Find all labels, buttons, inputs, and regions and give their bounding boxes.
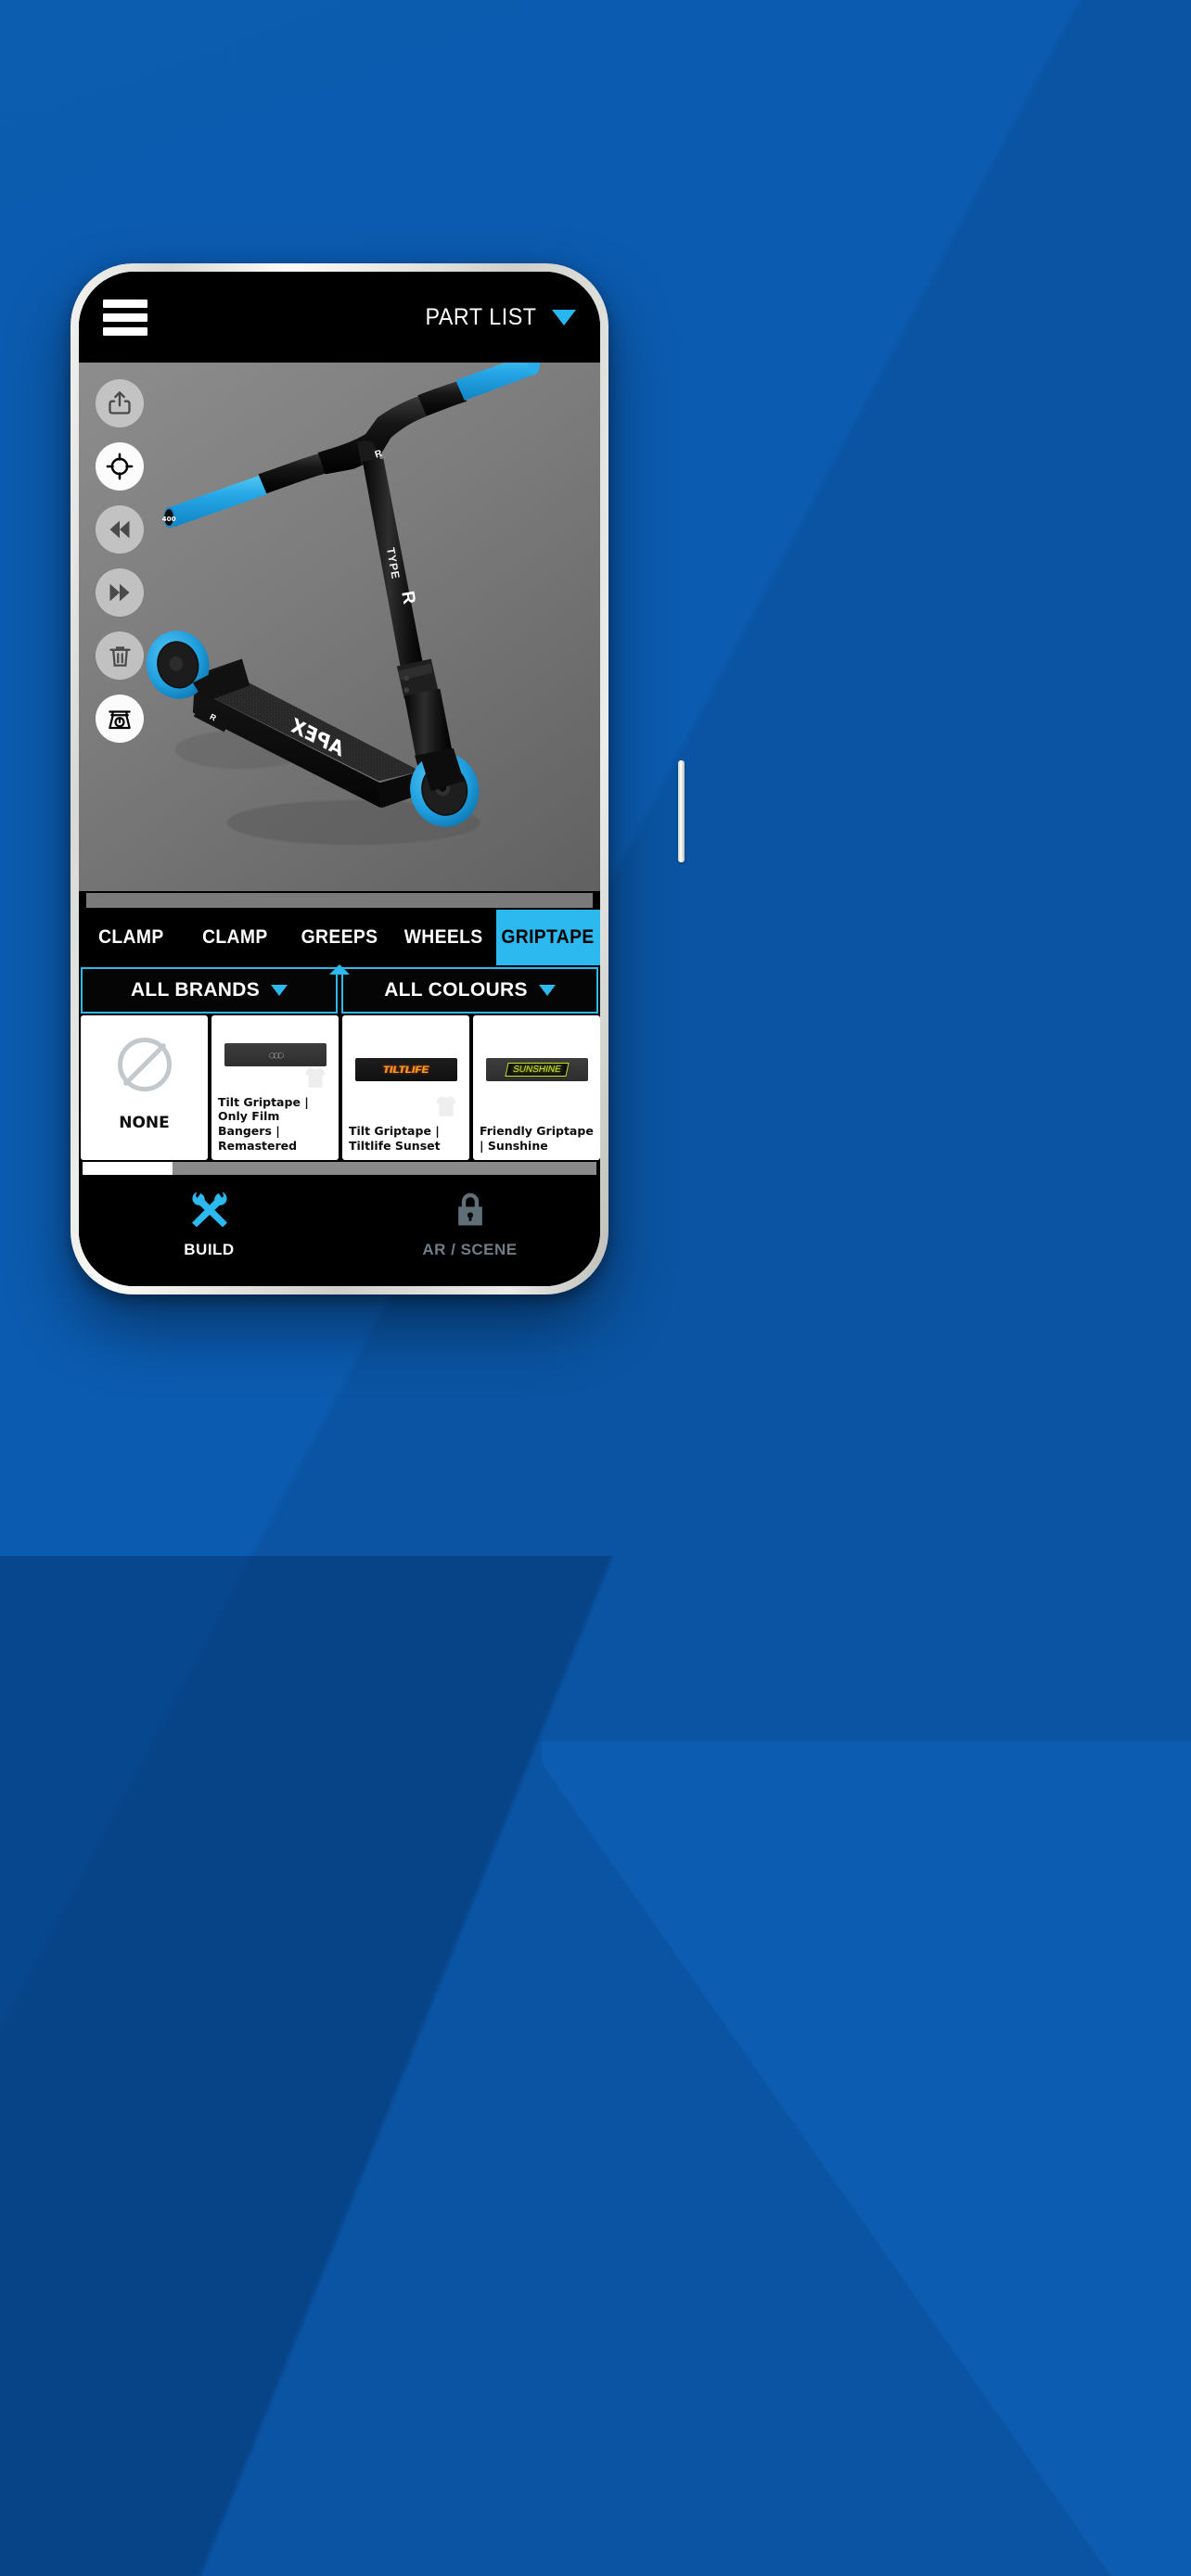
card-thumbnail	[81, 1015, 208, 1114]
app-screen: PART LIST 400 R TYPE R APEX R CLAMP CLAM…	[79, 272, 600, 1286]
carousel-scrollbar-track[interactable]	[83, 1162, 596, 1175]
griptape-swatch: TILTLIFE	[354, 1058, 457, 1082]
tab-clamp-1[interactable]: CLAMP	[79, 910, 184, 965]
part-card-tiltlife-sunset[interactable]: TILTLIFE Tilt Griptape | Tiltlife Sunset	[342, 1015, 469, 1160]
svg-text:R: R	[397, 590, 418, 606]
filter-label: ALL BRANDS	[130, 979, 261, 1001]
part-list-button[interactable]: PART LIST	[421, 304, 576, 331]
griptape-swatch: ◌◌◌	[224, 1043, 327, 1067]
hamburger-menu-icon[interactable]	[103, 299, 147, 336]
griptape-swatch: SUNSHINE	[485, 1058, 588, 1082]
nav-label: AR / SCENE	[422, 1241, 518, 1258]
bottom-navigation: BUILD AR / SCENE	[79, 1177, 600, 1286]
target-icon[interactable]	[96, 442, 144, 491]
filter-label: ALL COLOURS	[384, 979, 528, 1001]
share-icon[interactable]	[96, 379, 144, 427]
power-button[interactable]	[678, 760, 685, 862]
scooter-3d-model: 400 R TYPE R APEX R	[146, 363, 540, 846]
part-card-none[interactable]: NONE	[81, 1015, 208, 1160]
tab-scrollbar-track[interactable]	[86, 893, 593, 908]
part-list-label: PART LIST	[425, 303, 537, 330]
tab-label: CLAMP	[97, 926, 164, 948]
chevron-down-icon	[271, 985, 288, 996]
tab-label: CLAMP	[202, 926, 268, 948]
carousel-scrollbar-thumb[interactable]	[83, 1162, 173, 1175]
svg-text:R: R	[209, 712, 219, 723]
svg-text:R: R	[374, 449, 384, 461]
griptape-brand-text: SUNSHINE	[505, 1063, 569, 1078]
tab-scrollbar[interactable]	[79, 891, 600, 910]
viewer-tool-rail	[96, 379, 144, 743]
chevron-down-icon	[552, 309, 576, 325]
tshirt-watermark-icon	[305, 1066, 326, 1088]
griptape-pattern-glyph: ◌◌◌	[268, 1048, 284, 1063]
scale-icon[interactable]	[96, 695, 144, 743]
background-panel-c	[542, 1741, 1191, 2576]
filter-all-colours[interactable]: ALL COLOURS	[341, 967, 598, 1014]
tools-icon	[187, 1186, 232, 1234]
part-card-carousel[interactable]: NONE ◌◌◌ Tilt Griptape | Only Film Bange…	[79, 1014, 600, 1160]
nav-build[interactable]: BUILD	[79, 1186, 339, 1259]
tab-label: WHEELS	[403, 926, 483, 948]
card-thumbnail: TILTLIFE	[342, 1015, 469, 1124]
card-thumbnail: SUNSHINE	[473, 1015, 600, 1124]
card-label: Friendly Griptape | Sunshine	[480, 1124, 594, 1154]
forward-icon[interactable]	[96, 568, 144, 617]
card-label: NONE	[119, 1114, 170, 1133]
tab-griptape[interactable]: GRIPTAPE	[329, 910, 600, 975]
part-card-tilt-bangers[interactable]: ◌◌◌ Tilt Griptape | Only Film Bangers | …	[211, 1015, 339, 1160]
tab-label: GREEPS	[301, 926, 378, 948]
carousel-scrollbar[interactable]	[79, 1160, 600, 1177]
tab-label: GRIPTAPE	[501, 926, 595, 948]
tab-greeps[interactable]: GREEPS	[287, 910, 392, 965]
tshirt-watermark-icon	[436, 1096, 456, 1117]
trash-icon[interactable]	[96, 631, 144, 680]
svg-text:400: 400	[162, 515, 176, 523]
part-card-friendly-sunshine[interactable]: SUNSHINE Friendly Griptape | Sunshine	[473, 1015, 600, 1160]
tab-clamp-2[interactable]: CLAMP	[183, 910, 288, 965]
svg-text:TYPE: TYPE	[384, 546, 403, 580]
category-tabs: CLAMP CLAMP GREEPS WHEELS GRIPTAPE	[79, 910, 600, 975]
model-viewer[interactable]: 400 R TYPE R APEX R	[79, 363, 600, 891]
chevron-down-icon	[538, 985, 556, 996]
app-header: PART LIST	[79, 272, 600, 363]
phone-screen-bezel: PART LIST 400 R TYPE R APEX R CLAMP CLAM…	[79, 272, 600, 1286]
nav-label: BUILD	[184, 1241, 235, 1258]
none-slash-icon	[117, 1038, 172, 1092]
filter-all-brands[interactable]: ALL BRANDS	[81, 967, 338, 1014]
card-label: Tilt Griptape | Tiltlife Sunset	[349, 1124, 441, 1154]
phone-device-frame: PART LIST 400 R TYPE R APEX R CLAMP CLAM…	[70, 263, 685, 1294]
tab-wheels[interactable]: WHEELS	[391, 910, 496, 965]
tab-active-caret-icon	[329, 964, 350, 975]
nav-ar-scene[interactable]: AR / SCENE	[339, 1186, 600, 1259]
lock-icon	[450, 1186, 491, 1234]
griptape-brand-text: TILTLIFE	[382, 1064, 429, 1076]
rewind-icon[interactable]	[96, 505, 144, 554]
card-thumbnail: ◌◌◌	[211, 1015, 339, 1095]
card-label: Tilt Griptape | Only Film Bangers | Rema…	[218, 1094, 309, 1154]
svg-text:APEX: APEX	[286, 714, 350, 761]
